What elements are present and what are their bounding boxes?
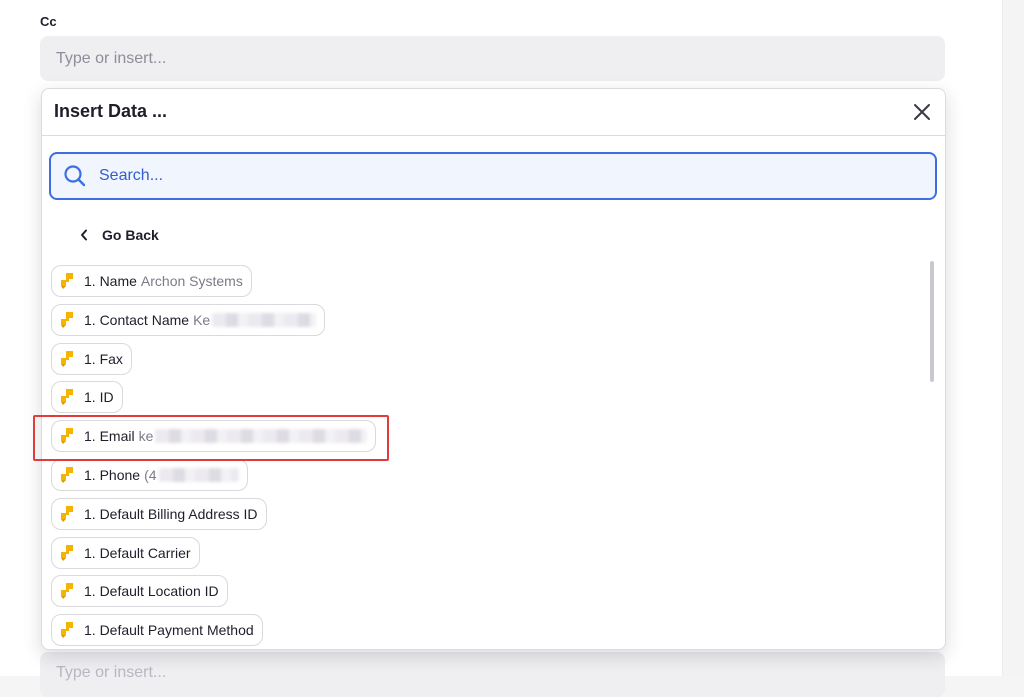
dialog-header: Insert Data ... xyxy=(42,89,945,136)
cc-input-placeholder: Type or insert... xyxy=(56,49,167,67)
zap-icon xyxy=(60,544,74,561)
item-key: 1. Contact Name xyxy=(84,311,190,328)
list-item[interactable]: 1. Name Archon Systems xyxy=(51,265,252,297)
list-scrollbar-thumb[interactable] xyxy=(930,261,934,382)
redacted-value xyxy=(212,312,317,327)
item-value: ke xyxy=(138,428,154,445)
list-item[interactable]: 1. Default Location ID xyxy=(51,575,228,608)
list-item[interactable]: 1. Default Payment Method xyxy=(51,614,263,647)
list-item[interactable]: 1. Default Billing Address ID xyxy=(51,497,267,530)
data-field-list: 1. Name Archon Systems 1. Contact Name Ke … xyxy=(51,265,921,649)
item-key: 1. Default Billing Address ID xyxy=(84,505,258,522)
item-key: 1. Default Location ID xyxy=(84,583,219,600)
item-key: 1. Default Payment Method xyxy=(84,622,254,639)
dialog-title: Insert Data ... xyxy=(54,101,168,121)
go-back-button[interactable]: Go Back xyxy=(80,225,159,245)
search-icon xyxy=(64,165,86,187)
item-key: 1. Name xyxy=(84,273,137,289)
search-input[interactable] xyxy=(97,160,861,192)
close-button[interactable] xyxy=(909,99,935,125)
insert-data-dialog: Insert Data ... Go Back 1. NameArchon Sy… xyxy=(41,88,946,650)
next-field-placeholder: Type or insert... xyxy=(56,664,167,681)
next-field-input[interactable]: Type or insert... xyxy=(40,652,945,697)
item-key: 1. Phone xyxy=(84,466,141,483)
list-item[interactable]: 1. Fax xyxy=(51,342,132,375)
item-key: 1. Default Carrier xyxy=(84,544,191,561)
zap-icon xyxy=(60,428,74,445)
item-key: 1. Fax xyxy=(84,350,123,367)
cc-label: Cc xyxy=(40,14,57,29)
zap-icon xyxy=(60,622,74,639)
list-item[interactable]: 1. Contact Name Ke xyxy=(51,303,326,336)
zap-icon xyxy=(60,389,74,406)
page-background: Cc Type or insert... Type or insert... I… xyxy=(0,0,1002,697)
item-key: 1. ID xyxy=(84,389,114,406)
zap-icon xyxy=(60,350,74,367)
go-back-label: Go Back xyxy=(102,227,159,243)
zap-icon xyxy=(60,311,74,328)
list-item[interactable]: 1. Phone (4 xyxy=(51,458,248,491)
zap-icon xyxy=(60,273,74,289)
item-key: 1. Email xyxy=(84,428,135,445)
item-value: (4 xyxy=(144,466,157,483)
cc-input[interactable]: Type or insert... xyxy=(40,36,945,81)
zap-icon xyxy=(60,505,74,522)
zap-icon xyxy=(60,583,74,600)
close-icon xyxy=(914,104,930,120)
list-item[interactable]: 1. Email ke xyxy=(51,420,377,453)
search-box[interactable] xyxy=(49,152,937,200)
right-scroll-rail xyxy=(1002,0,1024,676)
item-value: Archon Systems xyxy=(140,273,243,289)
redacted-value xyxy=(158,467,239,482)
redacted-value xyxy=(155,429,368,444)
item-value: Ke xyxy=(193,311,211,328)
chevron-left-icon xyxy=(80,229,88,241)
zap-icon xyxy=(60,466,74,483)
list-item[interactable]: 1. ID xyxy=(51,381,123,414)
list-item[interactable]: 1. Default Carrier xyxy=(51,536,200,569)
